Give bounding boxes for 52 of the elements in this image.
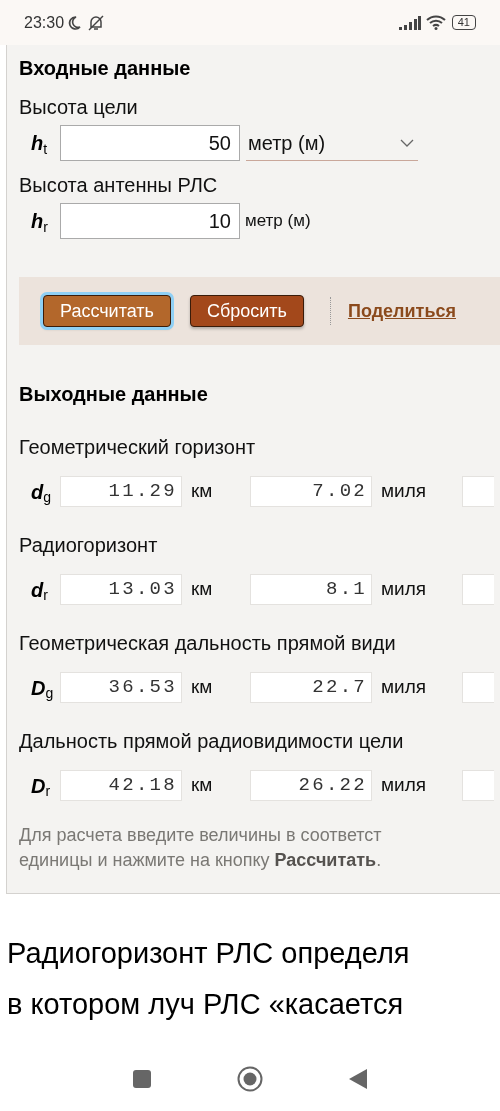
unit-label: км bbox=[190, 577, 214, 602]
result-field bbox=[462, 770, 494, 801]
battery-indicator: 41 bbox=[451, 15, 476, 30]
result-label: Дальность прямой радиовидимости цели bbox=[19, 729, 405, 754]
unit-label: км bbox=[190, 675, 214, 700]
unit-select[interactable]: метр (м) bbox=[246, 125, 418, 161]
variable-symbol: D$_{g}$ bbox=[30, 675, 55, 703]
unit-label: км bbox=[190, 773, 214, 798]
reset-button[interactable]: Сбросить bbox=[189, 295, 304, 327]
share-link[interactable]: Поделиться bbox=[347, 297, 456, 325]
result-label: Радиогоризонт bbox=[19, 533, 159, 558]
moon-icon bbox=[67, 14, 82, 31]
result-field: 7.02 bbox=[250, 476, 372, 507]
result-field bbox=[462, 672, 494, 703]
unit-label: миля bbox=[380, 577, 428, 602]
variable-symbol: d$_{r}$ bbox=[30, 577, 49, 605]
calculate-button[interactable]: Рассчитать bbox=[43, 295, 171, 327]
result-field: 42.18 bbox=[60, 770, 182, 801]
number-input[interactable]: 50 bbox=[60, 125, 240, 161]
home-icon[interactable] bbox=[237, 1066, 263, 1092]
wifi-icon bbox=[425, 15, 446, 30]
number-input[interactable]: 10 bbox=[60, 203, 240, 239]
result-field: 13.03 bbox=[60, 574, 182, 605]
variable-symbol: d$_{g}$ bbox=[30, 479, 52, 507]
section-title: Выходные данные bbox=[19, 382, 209, 407]
result-field bbox=[462, 476, 494, 507]
status-time: 23:30 bbox=[24, 12, 65, 33]
result-field: 8.1 bbox=[250, 574, 372, 605]
unit-label: км bbox=[190, 479, 214, 504]
signal-icon bbox=[398, 15, 421, 30]
field-label: Высота антенны РЛС bbox=[19, 173, 219, 198]
result-label: Геометрический горизонт bbox=[19, 435, 257, 460]
article-text: Радиогоризонт РЛС определя в котором луч РЛС «касается bbox=[6, 936, 411, 1022]
unit-label: миля bbox=[380, 675, 428, 700]
variable-symbol: h$_{t}$ bbox=[30, 131, 49, 158]
chevron-down-icon bbox=[400, 138, 414, 147]
instruction-text: Для расчета введите величины в соответст единицы и нажмите на кнопку Рассчитать. bbox=[19, 824, 383, 872]
result-field: 11.29 bbox=[60, 476, 182, 507]
unit-label: миля bbox=[380, 479, 428, 504]
muted-bell-icon bbox=[87, 13, 106, 32]
result-field: 26.22 bbox=[250, 770, 372, 801]
unit-label: метр (м) bbox=[245, 210, 311, 233]
result-field bbox=[462, 574, 494, 605]
variable-symbol: h$_{r}$ bbox=[30, 209, 49, 236]
result-field: 36.53 bbox=[60, 672, 182, 703]
unit-label: миля bbox=[380, 773, 428, 798]
field-label: Высота цели bbox=[19, 95, 139, 120]
result-label: Геометрическая дальность прямой види bbox=[19, 631, 397, 656]
section-title: Входные данные bbox=[19, 56, 192, 81]
back-icon[interactable] bbox=[349, 1069, 367, 1089]
result-field: 22.7 bbox=[250, 672, 372, 703]
variable-symbol: D$_{r}$ bbox=[30, 773, 52, 801]
